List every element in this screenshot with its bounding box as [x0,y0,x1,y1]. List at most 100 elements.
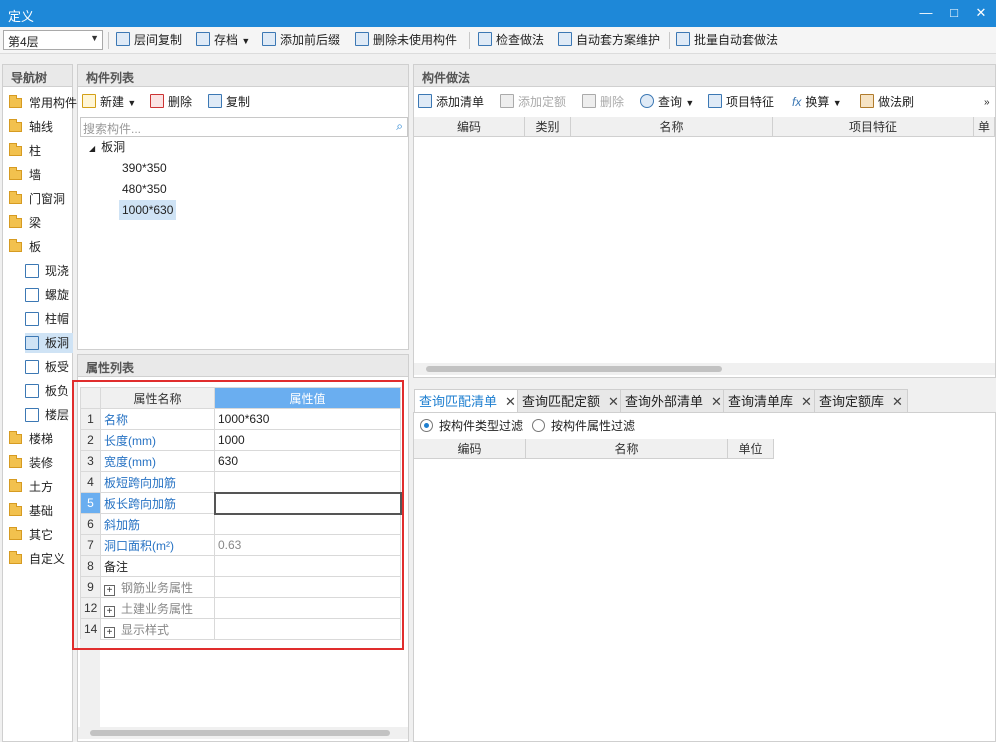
radio-icon [532,419,545,432]
tree-group-slab-hole[interactable]: ◢ 板洞 [86,137,128,157]
close-button[interactable]: ✕ [967,2,995,24]
add-list-button[interactable]: 添加清单 [418,93,484,112]
tab-quota-library[interactable]: 查询定额库 ✕ [814,389,908,413]
nav-tree-panel: 导航树 常用构件 轴线 柱 墙 门窗洞 梁 板 现浇 螺旋 柱帽 板洞 板受 板… [2,64,77,742]
scrollbar-thumb[interactable] [90,730,390,736]
slab-negative-icon [25,384,39,398]
folder-icon [9,527,22,540]
folder-icon [9,503,22,516]
method-panel: 构件做法 添加清单 添加定额 删除 查询 ▼ 项目特征 fx 换算 ▼ 做法刷 »… [413,64,996,378]
delete-method-button[interactable]: 删除 [582,93,624,112]
nav-item-foundation[interactable]: 基础 [9,501,53,521]
cast-slab-icon [25,264,39,278]
nav-item-slab[interactable]: 板 [9,237,41,257]
add-prefix-suffix-button[interactable]: 添加前后缀 [262,31,340,50]
floor-select[interactable]: 第4层 ▼ [3,30,103,50]
nav-item-other[interactable]: 其它 [9,525,53,545]
nav-sub-item-slab-hole[interactable]: 板洞 [25,333,73,353]
new-icon [82,94,96,108]
nav-item-axis[interactable]: 轴线 [9,117,53,137]
scrollbar-thumb[interactable] [426,366,722,372]
tab-list-library[interactable]: 查询清单库 ✕ [723,389,817,413]
component-list-title: 构件列表 [78,65,408,87]
nav-item-column[interactable]: 柱 [9,141,41,161]
delete-icon [582,94,596,108]
component-item[interactable]: 390*350 [119,158,170,178]
nav-item-custom[interactable]: 自定义 [9,549,65,569]
nav-item-decoration[interactable]: 装修 [9,453,53,473]
nav-sub-item-cast[interactable]: 现浇 [25,261,69,281]
method-brush-button[interactable]: 做法刷 [860,93,914,112]
component-search-input[interactable]: 搜索构件... ⌕ [80,117,408,137]
convert-button[interactable]: fx 换算 ▼ [792,93,842,112]
query-button[interactable]: 查询 ▼ [640,93,694,112]
toolbar-divider [108,32,109,49]
query-table-header: 编码 名称 单位 [414,439,774,459]
close-icon[interactable]: ✕ [801,394,812,409]
nav-item-common[interactable]: 常用构件 [9,93,77,113]
toolbar-divider [669,32,670,49]
slab-rebar-icon [25,360,39,374]
batch-auto-button[interactable]: 批量自动套做法 [676,31,778,50]
delete-unused-button[interactable]: 删除未使用构件 [355,31,457,50]
nav-sub-item-column-cap[interactable]: 柱帽 [25,309,69,329]
tab-external-list[interactable]: 查询外部清单 ✕ [620,389,727,413]
main-toolbar: 第4层 ▼ 层间复制 存档 ▼ 添加前后缀 删除未使用构件 检查做法 自动套方案… [0,27,996,54]
auto-scheme-button[interactable]: 自动套方案维护 [558,31,660,50]
col-code: 编码 [414,439,526,459]
slab-hole-icon [25,336,39,350]
folder-icon [9,143,22,156]
col-code: 编码 [414,117,525,137]
close-icon[interactable]: ✕ [711,394,722,409]
radio-selected-icon [420,419,433,432]
spiral-slab-icon [25,288,39,302]
col-name: 名称 [571,117,773,137]
tab-match-quota[interactable]: 查询匹配定额 ✕ [517,389,624,413]
nav-item-beam[interactable]: 梁 [9,213,41,233]
minimize-button[interactable]: — [912,2,940,24]
more-icon[interactable]: » [984,93,990,112]
filter-by-attr-radio[interactable]: 按构件属性过滤 [532,417,635,436]
nav-tree-title: 导航树 [3,65,72,87]
horizontal-scrollbar[interactable] [414,363,995,375]
horizontal-scrollbar[interactable] [78,727,408,739]
folder-icon [9,431,22,444]
property-list-title: 属性列表 [78,355,408,377]
feature-icon [708,94,722,108]
nav-item-wall[interactable]: 墙 [9,165,41,185]
title-bar: 定义 — □ ✕ [0,0,996,27]
filter-by-type-radio[interactable]: 按构件类型过滤 [420,417,523,436]
project-feature-button[interactable]: 项目特征 [708,93,774,112]
add-quota-button[interactable]: 添加定额 [500,93,566,112]
new-component-button[interactable]: 新建 ▼ [82,93,136,112]
component-item[interactable]: 480*350 [119,179,170,199]
copy-between-floors-button[interactable]: 层间复制 [116,31,182,50]
copy-floor-icon [116,32,130,46]
tab-match-list[interactable]: 查询匹配清单 ✕ [414,389,521,413]
folder-icon [9,119,22,132]
toolbar-divider [469,32,470,49]
nav-item-door-window[interactable]: 门窗洞 [9,189,65,209]
floor-slab-icon [25,408,39,422]
close-icon[interactable]: ✕ [608,394,619,409]
nav-item-earthwork[interactable]: 土方 [9,477,53,497]
column-cap-icon [25,312,39,326]
nav-item-stairs[interactable]: 楼梯 [9,429,53,449]
maximize-button[interactable]: □ [940,2,968,24]
nav-sub-item-slab-rebar[interactable]: 板受 [25,357,69,377]
nav-sub-item-spiral[interactable]: 螺旋 [25,285,69,305]
add-list-icon [418,94,432,108]
delete-component-button[interactable]: 删除 [150,93,192,112]
col-type: 类别 [525,117,571,137]
nav-sub-item-floor[interactable]: 楼层 [25,405,69,425]
expand-icon: ◢ [89,144,96,153]
close-icon[interactable]: ✕ [505,394,516,409]
nav-sub-item-slab-negative[interactable]: 板负 [25,381,69,401]
check-method-button[interactable]: 检查做法 [478,31,544,50]
chevron-down-icon: ▼ [90,33,99,43]
copy-component-button[interactable]: 复制 [208,93,250,112]
close-icon[interactable]: ✕ [892,394,903,409]
batch-icon [676,32,690,46]
component-item-selected[interactable]: 1000*630 [119,200,177,220]
archive-button[interactable]: 存档 ▼ [196,31,250,50]
